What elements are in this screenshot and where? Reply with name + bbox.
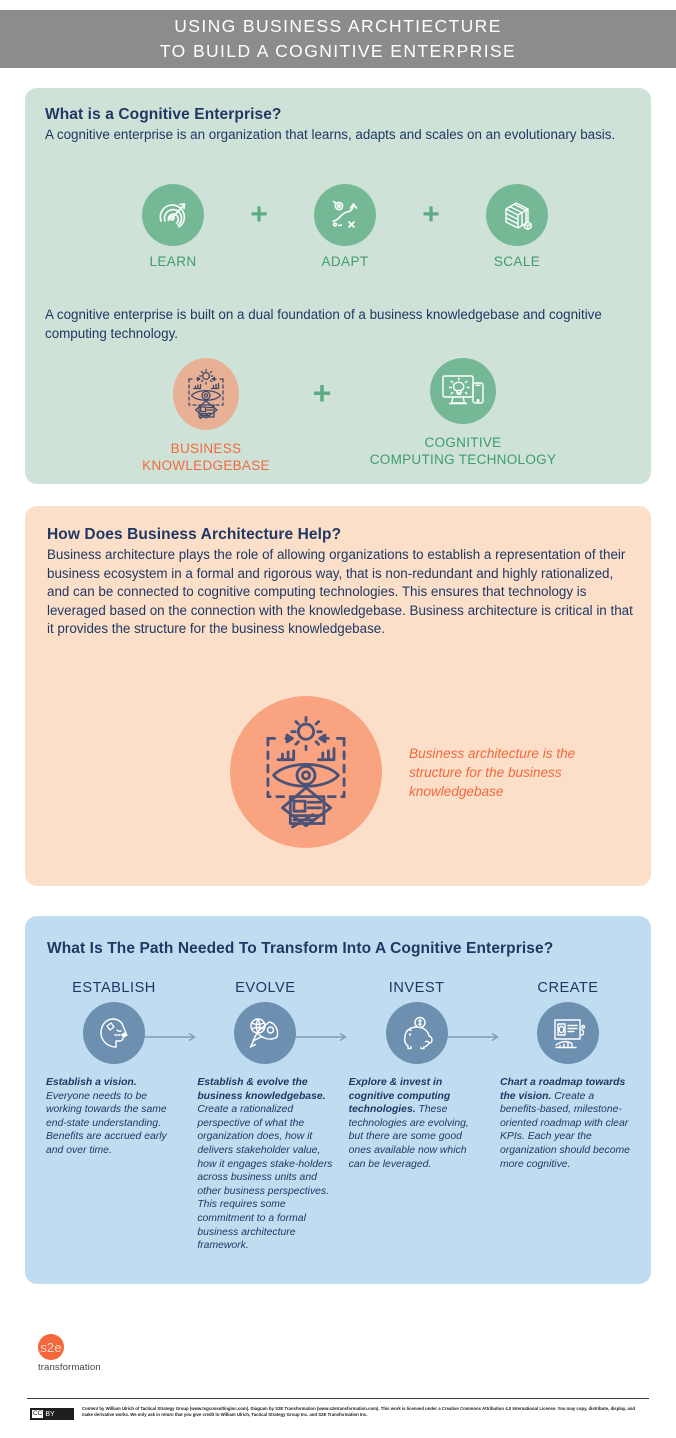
orange-section-body: Business architecture plays the role of … [47,547,633,636]
step-create: CREATE Chart a roadmap towards the visio… [497,980,639,1253]
cognitive-computing-label: COGNITIVE COMPUTING TECHNOLOGY [370,434,557,468]
business-architecture-circle [230,696,382,848]
page-title-line2: TO BUILD A COGNITIVE ENTERPRISE [159,41,517,61]
learn-label: LEARN [149,254,197,269]
step-establish-lead: Establish a vision. [46,1077,137,1088]
s2e-logo-mark: s2e [38,1334,64,1360]
winding-path-arrow-icon [325,195,365,235]
step-establish-body: Everyone needs to be working towards the… [46,1090,167,1156]
trio-item-learn: LEARN [125,184,221,269]
cc-badge-label: BY [45,1410,55,1418]
step-create-label: CREATE [537,980,599,996]
adapt-circle [314,184,376,246]
step-create-circle [536,1002,599,1064]
monitor-mobile-brain-icon [440,371,486,411]
trio-item-scale: SCALE [469,184,565,269]
blue-section-heading: What Is The Path Needed To Transform Int… [47,940,554,957]
step-create-body: Create a benefits-based, milestone-orien… [499,1090,630,1170]
s2e-logo: s2e transformation [38,1334,101,1373]
arrow-evolve-to-invest [295,1032,351,1042]
footer-divider [27,1398,649,1399]
section-how-does-business-architecture-help: How Does Business Architecture Help? Bus… [25,506,651,886]
step-create-text: Chart a roadmap towards the vision. Crea… [500,1076,636,1171]
step-establish-text: Establish a vision. Everyone needs to be… [46,1076,182,1158]
green-section-intro: A cognitive enterprise is an organizatio… [45,127,616,142]
section-transformation-path: What Is The Path Needed To Transform Int… [25,916,651,1284]
footer-credit-text: Content by William Ulrich of Tactical St… [82,1406,636,1418]
step-evolve: EVOLVE Establish & evolve the business k… [194,980,348,1253]
step-evolve-label: EVOLVE [235,980,296,996]
presentation-board-icon [547,1012,589,1054]
knowledgebase-technology-row: BUSINESS KNOWLEDGEBASE + COGNITIVE COMPU… [131,358,563,473]
creative-commons-badge-icon: CC BY [30,1408,74,1420]
arrow-invest-to-create [446,1032,503,1042]
green-heading-block: What is a Cognitive Enterprise? A cognit… [45,106,631,145]
green-section-heading: What is a Cognitive Enterprise? [45,106,282,123]
step-invest-circle [385,1002,448,1064]
cognitive-computing-circle [430,358,496,424]
cc-badge-mark: CC [32,1410,44,1418]
page-header-banner: USING BUSINESS ARCHTIECTURE TO BUILD A C… [0,10,676,68]
step-establish-circle [83,1002,145,1064]
cc-label-line1: COGNITIVE [424,435,502,450]
step-evolve-body: Create a rationalized perspective of wha… [197,1104,333,1252]
transformation-steps-row: ESTABLISH Establish a vision. Everyone n… [43,980,639,1253]
eye-knowledgebase-icon [250,711,362,833]
step-invest: INVEST Explore & invest in cognitive com… [346,980,499,1253]
plus-sign-3: + [312,375,332,411]
plus-sign-1: + [250,198,268,231]
head-vision-arrow-icon [93,1012,135,1054]
learn-adapt-scale-row: LEARN + ADAPT + SCALE [125,184,565,284]
trio-item-adapt: ADAPT [297,184,393,269]
bk-label-line1: BUSINESS [170,441,242,456]
step-evolve-circle [234,1002,297,1064]
s2e-logo-wordmark: transformation [38,1362,101,1373]
section-what-is-cognitive-enterprise: What is a Cognitive Enterprise? A cognit… [25,88,651,484]
rocket-globe-icon [244,1012,286,1054]
orange-figure-caption: Business architecture is the structure f… [409,745,576,799]
duo-item-business-knowledgebase: BUSINESS KNOWLEDGEBASE [131,358,281,474]
plus-sign-2: + [422,198,440,231]
cube-grid-icon [497,195,537,235]
orange-figure-row: Business architecture is the structure f… [230,696,619,848]
step-evolve-text: Establish & evolve the business knowledg… [197,1076,333,1253]
orange-section-heading: How Does Business Architecture Help? [47,526,342,543]
cc-label-line2: COMPUTING TECHNOLOGY [369,452,557,467]
piggy-bank-icon [396,1012,438,1054]
step-establish: ESTABLISH Establish a vision. Everyone n… [43,980,196,1253]
step-evolve-lead: Establish & evolve the business knowledg… [197,1077,326,1102]
scale-circle [486,184,548,246]
green-section-subtext: A cognitive enterprise is built on a dua… [45,307,602,341]
bk-label-line2: KNOWLEDGEBASE [142,458,270,473]
target-maze-arrow-icon [153,195,193,235]
eye-knowledgebase-icon [181,367,231,421]
step-invest-text: Explore & invest in cognitive computing … [349,1076,485,1171]
learn-circle [142,184,204,246]
arrow-establish-to-evolve [144,1032,200,1042]
scale-label: SCALE [493,254,541,269]
step-invest-label: INVEST [388,980,445,996]
business-knowledgebase-label: BUSINESS KNOWLEDGEBASE [142,440,270,474]
step-establish-label: ESTABLISH [72,980,156,996]
duo-item-cognitive-computing: COGNITIVE COMPUTING TECHNOLOGY [363,358,563,468]
page-title-line1: USING BUSINESS ARCHTIECTURE [174,16,502,36]
business-knowledgebase-circle [173,358,239,430]
orange-heading-block: How Does Business Architecture Help? Bus… [47,526,633,639]
adapt-label: ADAPT [321,254,369,269]
